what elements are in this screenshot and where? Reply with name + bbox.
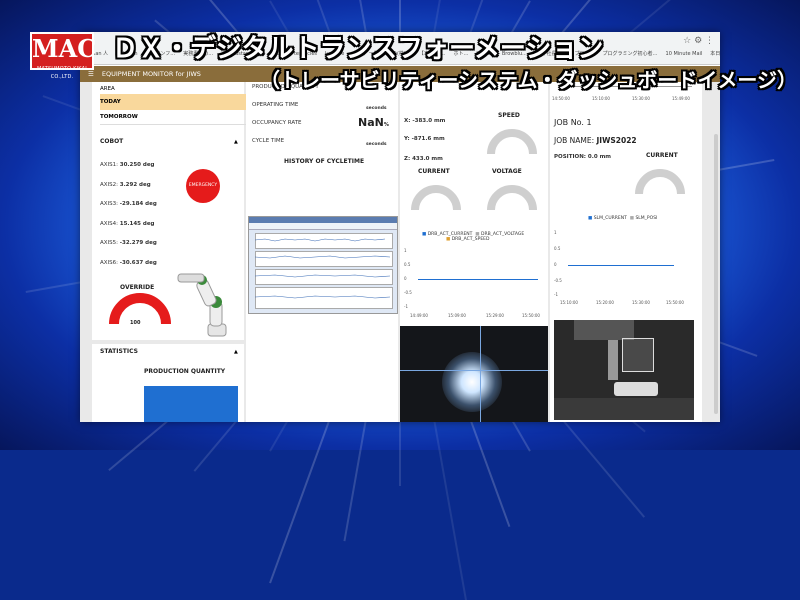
sub-title: （トレーサビリティーシステム・ダッシュボードイメージ） xyxy=(260,68,797,92)
production-bar xyxy=(144,386,238,422)
x-tick: 15:09:00 xyxy=(448,313,466,318)
speed-gauge xyxy=(487,129,537,155)
left-panel: AREA TODAY TOMORROW COBOT ▲ AXIS1: 30.25… xyxy=(92,82,246,422)
cobot-title: COBOT xyxy=(100,138,124,145)
x-tick: 14:50:00 xyxy=(552,96,570,101)
welding-panel: X: -383.0 mm Y: -871.6 mm Z: 433.0 mm SP… xyxy=(400,82,548,422)
axis-row: AXIS1: 30.250 deg xyxy=(100,162,155,168)
axis-row: AXIS2: 3.292 deg xyxy=(100,181,151,188)
middle-panel: PRODUCTION QUANTITY OPERATING TIME secon… xyxy=(246,82,398,422)
series-line xyxy=(568,265,674,266)
x-tick: 15:20:00 xyxy=(596,300,614,305)
camera-feed-laser xyxy=(554,320,694,420)
main-title: ＤＸ・デジタルトランスフォーメーション xyxy=(112,34,604,64)
job-name: JOB NAME: JIWS2022 xyxy=(554,136,637,145)
axis-row: AXIS4: 15.145 deg xyxy=(100,220,155,227)
x-tick: 15:50:00 xyxy=(666,300,684,305)
chart-legend: ■ DRB_ACT_CURRENT ■ DRB_ACT_VOLTAGE ■ DR… xyxy=(422,232,525,242)
welding-chart: 1 0.5 0 -0.5 -1 14:49:00 15:09:00 15:29:… xyxy=(404,248,544,318)
cycle-time-label: CYCLE TIME xyxy=(252,138,285,144)
current-title: CURRENT xyxy=(418,168,450,175)
bookmark-item[interactable]: プログラミング初心者… xyxy=(603,51,658,57)
series-line xyxy=(418,279,538,280)
history-title: HISTORY OF CYCLETIME xyxy=(284,158,365,165)
operating-time-unit: seconds xyxy=(366,106,387,111)
y-tick: 1 xyxy=(404,248,407,253)
axis-row: AXIS3: -29.184 deg xyxy=(100,201,157,207)
axis-row: AXIS6: -30.637 deg xyxy=(100,259,157,266)
browser-toolbar-icons[interactable]: ☆ ⚙ ⋮ xyxy=(683,36,714,46)
date-item-tomorrow[interactable]: TOMORROW xyxy=(100,110,246,125)
robot-arm-image xyxy=(177,273,227,337)
x-tick: 15:50:00 xyxy=(522,313,540,318)
divider xyxy=(92,340,244,344)
date-list: AREA TODAY TOMORROW xyxy=(100,84,246,125)
job-number: JOB No. 1 xyxy=(554,118,592,127)
slm-current-gauge xyxy=(635,169,685,195)
date-item-today[interactable]: TODAY xyxy=(100,94,246,110)
chart-legend: ■ SLM_CURRENT ■ SLM_POSI xyxy=(588,216,658,221)
y-tick: -1 xyxy=(404,304,408,309)
y-tick: -0.5 xyxy=(404,290,412,295)
x-tick: 15:49:00 xyxy=(672,96,690,101)
x-position: X: -383.0 mm xyxy=(404,118,446,124)
x-tick: 14:49:00 xyxy=(410,313,428,318)
y-tick: 0.5 xyxy=(404,262,411,267)
x-tick: 15:29:00 xyxy=(486,313,504,318)
collapse-icon[interactable]: ▲ xyxy=(234,139,238,145)
job-panel: 14:50:00 15:10:00 15:30:00 15:49:00 JOB … xyxy=(550,82,702,422)
slm-chart: 1 0.5 0 -0.5 -1 15:10:00 15:20:00 15:30:… xyxy=(554,230,694,305)
occupancy-rate-value: NaN% xyxy=(358,116,389,129)
speed-title: SPEED xyxy=(498,112,520,119)
x-tick: 15:10:00 xyxy=(560,300,578,305)
bookmark-item[interactable]: 本日のブックマーク xyxy=(710,51,720,57)
x-tick: 15:30:00 xyxy=(632,96,650,101)
y-position: Y: -871.6 mm xyxy=(404,136,445,142)
y-tick: 0 xyxy=(404,276,407,281)
voltage-gauge xyxy=(487,185,537,211)
x-tick: 15:30:00 xyxy=(632,300,650,305)
statistics-title: STATISTICS xyxy=(100,348,138,355)
z-position: Z: 433.0 mm xyxy=(404,156,443,162)
bookmark-item[interactable]: 10 Minute Mail xyxy=(666,51,703,57)
y-tick: 1 xyxy=(554,230,557,235)
y-tick: 0.5 xyxy=(554,246,561,251)
current-title: CURRENT xyxy=(646,152,678,159)
date-item-area[interactable]: AREA xyxy=(100,84,246,94)
cycle-time-unit: seconds xyxy=(366,142,387,147)
current-gauge xyxy=(411,185,461,211)
y-tick: -1 xyxy=(554,292,558,297)
camera-feed-welding xyxy=(400,326,548,422)
emergency-button[interactable]: EMERGENCY xyxy=(186,169,220,203)
override-value: 100 xyxy=(130,320,141,326)
history-chart-image xyxy=(248,216,398,314)
voltage-title: VOLTAGE xyxy=(492,168,522,175)
axis-list: AXIS1: 30.250 deg AXIS2: 3.292 deg AXIS3… xyxy=(100,156,157,273)
collapse-icon[interactable]: ▲ xyxy=(234,349,238,355)
logo-text: MAC xyxy=(32,34,97,63)
position-value: POSITION: 0.0 mm xyxy=(554,154,612,160)
logo-subtitle: MATSUMOTO KIKAI CO.,LTD. xyxy=(37,66,87,80)
x-tick: 15:10:00 xyxy=(592,96,610,101)
y-tick: -0.5 xyxy=(554,278,562,283)
dashboard: AREA TODAY TOMORROW COBOT ▲ AXIS1: 30.25… xyxy=(80,82,720,422)
production-quantity-title: PRODUCTION QUANTITY xyxy=(144,368,226,375)
scrollbar[interactable] xyxy=(714,134,718,414)
axis-row: AXIS5: -32.279 deg xyxy=(100,240,157,246)
company-logo: MAC MATSUMOTO KIKAI CO.,LTD. xyxy=(30,32,97,80)
app-title: EQUIPMENT MONITOR for JIWS xyxy=(101,70,201,78)
occupancy-rate-label: OCCUPANCY RATE xyxy=(252,120,302,126)
operating-time-label: OPERATING TIME xyxy=(252,102,299,108)
y-tick: 0 xyxy=(554,262,557,267)
